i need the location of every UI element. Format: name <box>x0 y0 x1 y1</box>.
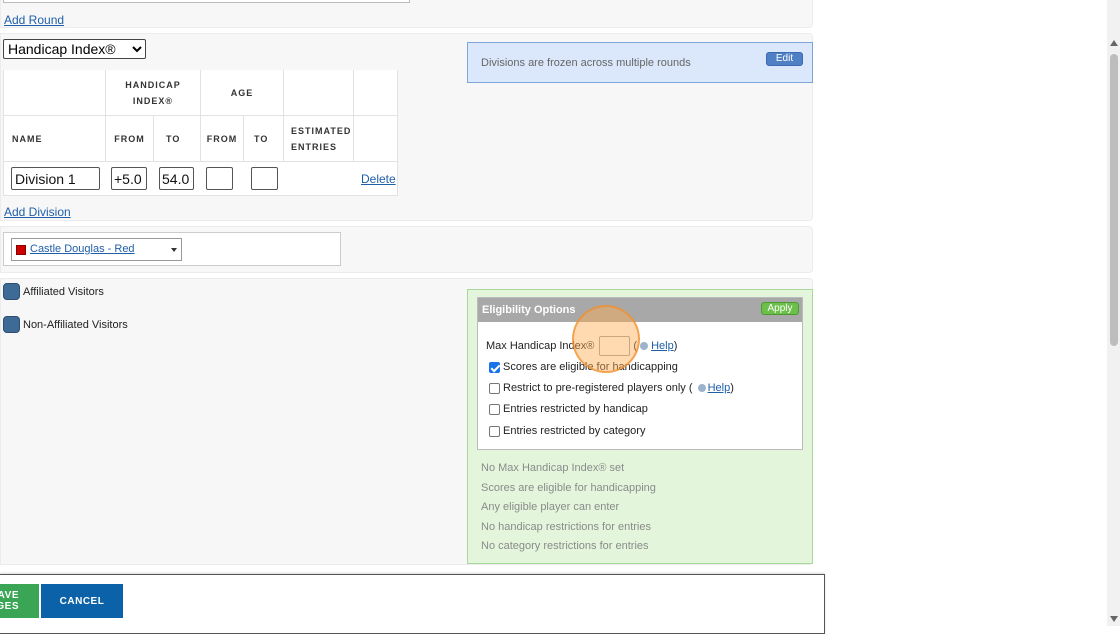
non-affiliated-visitors-item[interactable]: Non-Affiliated Visitors <box>3 316 128 333</box>
restricted-by-handicap-label: Entries restricted by handicap <box>503 403 648 415</box>
restricted-by-category-checkbox[interactable] <box>489 425 500 437</box>
division-method-select[interactable]: Handicap Index® <box>3 39 146 59</box>
cursor-highlight <box>572 305 640 373</box>
cancel-button[interactable]: CANCEL <box>41 584 123 618</box>
tee-panel: Castle Douglas - Red <box>0 226 813 273</box>
restricted-by-category-label: Entries restricted by category <box>503 425 646 437</box>
vertical-scrollbar[interactable] <box>1107 0 1120 626</box>
round-panel: Add Round <box>0 0 813 28</box>
age-from-input[interactable] <box>206 167 233 190</box>
chevron-down-icon <box>171 248 177 252</box>
restrict-preregistered-label: Restrict to pre-registered players only … <box>503 382 693 394</box>
age-to-input[interactable] <box>251 167 278 190</box>
eligibility-options-card: Eligibility Options Apply Max Handicap I… <box>477 297 803 450</box>
summary-line: Scores are eligible for handicapping <box>481 481 656 494</box>
eligibility-box: Eligibility Options Apply Max Handicap I… <box>467 289 813 564</box>
eligibility-header: Eligibility Options Apply <box>478 298 802 322</box>
th-age: AGE <box>201 70 284 116</box>
restrict-preregistered-checkbox[interactable] <box>489 382 500 394</box>
scrollbar-thumb[interactable] <box>1110 54 1118 346</box>
th-empty-est <box>284 70 354 116</box>
add-round-link[interactable]: Add Round <box>4 13 64 27</box>
option-restricted-by-handicap[interactable]: Entries restricted by handicap <box>489 403 648 415</box>
save-changes-clip: SAVE CHANGES <box>0 584 39 618</box>
th-empty-action-2 <box>354 116 398 162</box>
non-affiliated-visitors-label: Non-Affiliated Visitors <box>23 318 128 331</box>
max-handicap-help-link[interactable]: Help <box>651 340 674 352</box>
th-name: NAME <box>4 116 106 162</box>
footer-bar: SAVE CHANGES CANCEL <box>0 574 825 634</box>
tee-box: Castle Douglas - Red <box>3 232 341 266</box>
th-estimated-entries: ESTIMATED ENTRIES <box>284 116 354 162</box>
th-age-to: TO <box>244 116 284 162</box>
restrict-help-link[interactable]: Help <box>708 382 731 394</box>
save-changes-button[interactable]: SAVE CHANGES <box>0 584 39 618</box>
th-hcp-from: FROM <box>106 116 154 162</box>
add-division-link[interactable]: Add Division <box>4 205 71 219</box>
handicap-to-input[interactable] <box>159 167 194 190</box>
division-name-input[interactable] <box>11 167 100 190</box>
divisions-panel: Handicap Index® HANDICAP INDEX® AGE NAME… <box>0 33 813 221</box>
scores-eligible-checkbox[interactable] <box>489 361 500 373</box>
option-restricted-by-category[interactable]: Entries restricted by category <box>489 425 645 437</box>
eligibility-summary: No Max Handicap Index® set Scores are el… <box>481 459 656 557</box>
th-empty-action <box>354 70 398 116</box>
handicap-from-input[interactable] <box>111 167 147 190</box>
affiliated-visitors-item[interactable]: Affiliated Visitors <box>3 283 104 300</box>
th-age-from: FROM <box>201 116 244 162</box>
delete-division-link[interactable]: Delete <box>361 172 396 186</box>
restrict-help-close: ) <box>730 382 734 394</box>
frozen-notice-text: Divisions are frozen across multiple rou… <box>481 57 691 69</box>
scroll-up-arrow-icon[interactable] <box>1110 40 1118 46</box>
non-affiliated-visitors-toggle-icon[interactable] <box>3 316 20 333</box>
division-table: HANDICAP INDEX® AGE NAME FROM TO FROM TO… <box>3 70 398 196</box>
help-paren-close: ) <box>673 340 678 352</box>
summary-line: No Max Handicap Index® set <box>481 462 625 474</box>
summary-line: No category restrictions for entries <box>481 540 649 552</box>
scroll-down-arrow-icon[interactable] <box>1110 616 1118 622</box>
frozen-notice: Divisions are frozen across multiple rou… <box>467 42 813 83</box>
th-hcp-to: TO <box>154 116 201 162</box>
eligibility-panel: Affiliated Visitors Non-Affiliated Visit… <box>0 278 813 565</box>
summary-line: Any eligible player can enter <box>481 501 620 513</box>
th-empty-name <box>4 70 106 116</box>
edit-divisions-button[interactable]: Edit <box>766 52 803 66</box>
th-handicap-index: HANDICAP INDEX® <box>106 70 201 116</box>
tee-select[interactable]: Castle Douglas - Red <box>11 238 182 261</box>
eligibility-title: Eligibility Options <box>482 304 576 316</box>
summary-line: No handicap restrictions for entries <box>481 520 651 533</box>
division-row: Delete <box>4 162 398 196</box>
apply-button[interactable]: Apply <box>761 302 799 315</box>
option-restrict-preregistered[interactable]: Restrict to pre-registered players only … <box>489 382 734 394</box>
help-circle-icon <box>640 342 649 350</box>
affiliated-visitors-label: Affiliated Visitors <box>23 285 104 298</box>
help-circle-icon-2 <box>697 384 706 393</box>
affiliated-visitors-toggle-icon[interactable] <box>3 283 20 300</box>
tee-color-swatch <box>16 245 26 255</box>
tee-select-label[interactable]: Castle Douglas - Red <box>30 243 135 255</box>
restricted-by-handicap-checkbox[interactable] <box>489 403 500 415</box>
round-input-edge <box>3 0 410 3</box>
